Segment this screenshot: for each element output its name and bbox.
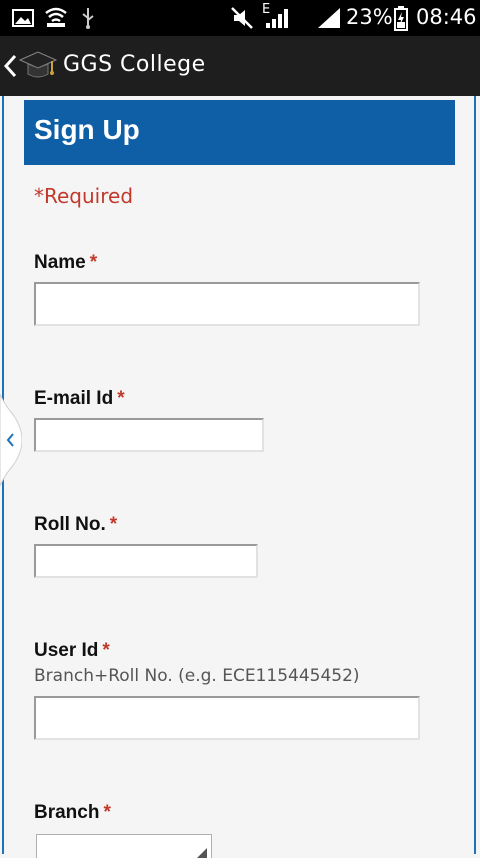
roll-no-label-text: Roll No. xyxy=(34,514,106,535)
name-label: Name * xyxy=(34,252,97,274)
user-id-field[interactable] xyxy=(34,696,420,740)
name-label-text: Name xyxy=(34,252,86,273)
mute-icon xyxy=(231,7,253,29)
graduation-cap-icon xyxy=(18,51,58,78)
required-marker: * xyxy=(102,640,110,661)
required-note: *Required xyxy=(34,184,134,208)
user-id-hint: Branch+Roll No. (e.g. ECE115445452) xyxy=(34,666,360,686)
form-header: Sign Up xyxy=(24,100,455,165)
page-title: Sign Up xyxy=(34,114,140,145)
required-marker: * xyxy=(89,252,98,273)
signal-icon xyxy=(318,8,340,28)
roll-no-field[interactable] xyxy=(34,544,258,578)
clock: 08:46 xyxy=(416,5,477,29)
branch-select[interactable] xyxy=(36,834,212,858)
user-id-label: User Id * xyxy=(34,640,110,662)
chevron-left-icon[interactable] xyxy=(2,52,18,80)
email-label: E-mail Id * xyxy=(34,388,125,410)
usb-icon xyxy=(82,8,94,29)
branch-label: Branch * xyxy=(34,802,111,824)
dropdown-arrow-icon xyxy=(197,848,207,858)
signup-form: Sign Up *Required Name * E-mail Id * Roll … xyxy=(0,96,480,858)
user-id-label-text: User Id xyxy=(34,640,99,661)
app-title: GGS College xyxy=(63,52,206,77)
status-bar: E 23% 08:46 xyxy=(0,0,480,36)
right-border xyxy=(474,96,476,854)
branch-label-text: Branch xyxy=(34,802,100,823)
required-marker: * xyxy=(117,388,125,409)
name-field[interactable] xyxy=(34,282,420,326)
signal-icon xyxy=(266,9,288,28)
wifi-icon xyxy=(45,7,67,27)
roll-no-label: Roll No. * xyxy=(34,514,117,536)
battery-icon xyxy=(394,6,408,31)
app-bar: GGS College xyxy=(0,36,480,96)
battery-percent: 23% xyxy=(346,5,393,29)
image-icon xyxy=(12,9,34,27)
required-marker: * xyxy=(109,514,118,535)
required-marker: * xyxy=(103,802,111,823)
email-field[interactable] xyxy=(34,418,264,452)
email-label-text: E-mail Id xyxy=(34,388,114,409)
drawer-handle[interactable] xyxy=(0,394,22,486)
